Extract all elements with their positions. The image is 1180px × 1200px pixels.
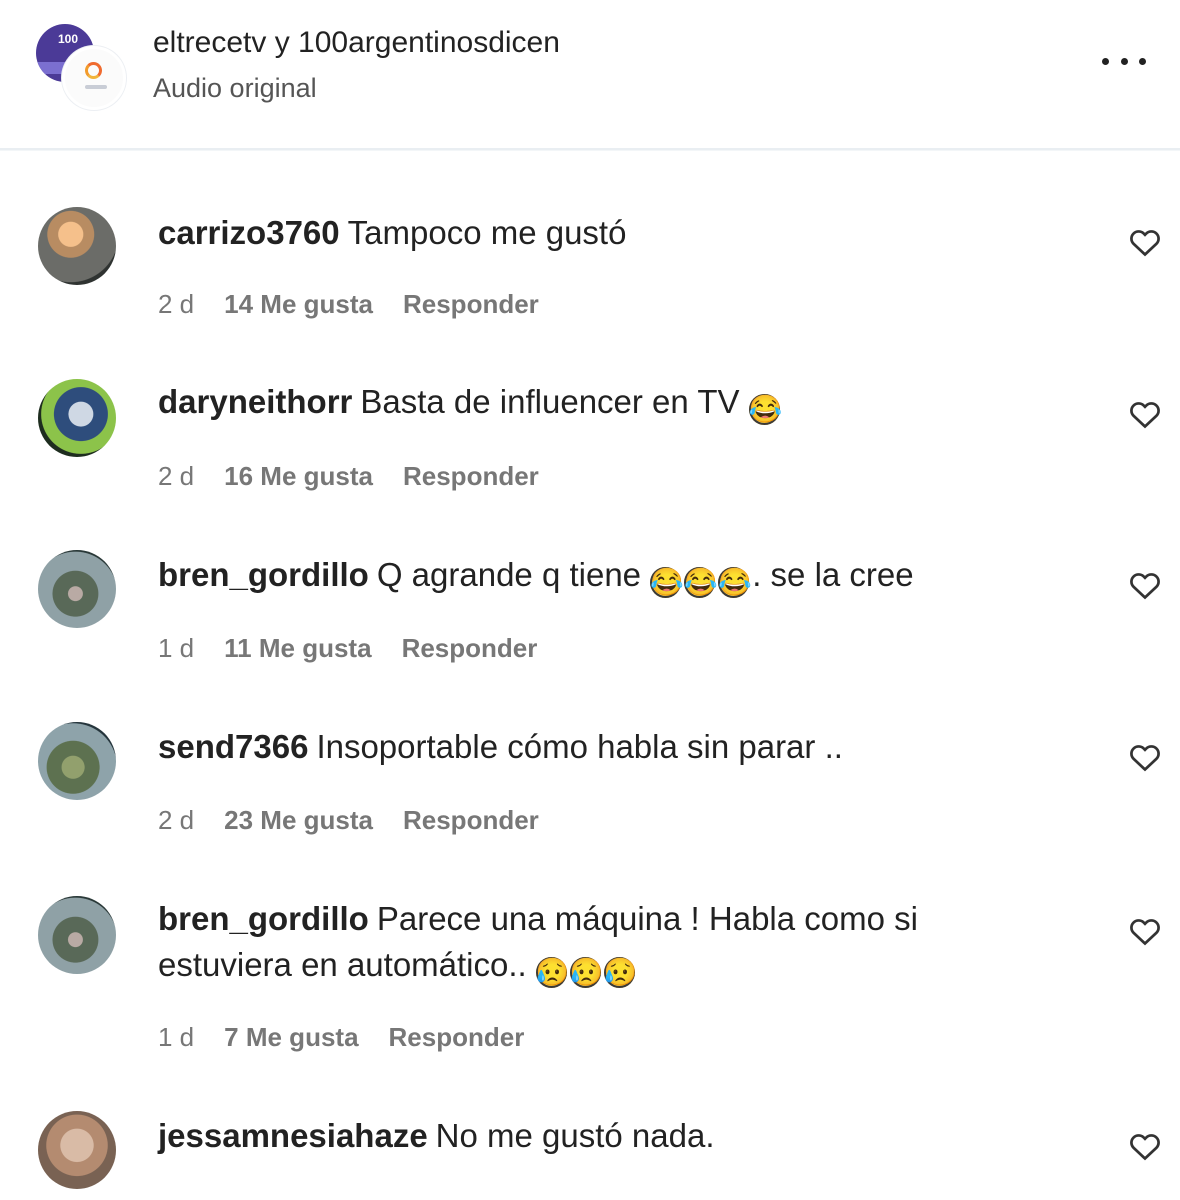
comment-like-count[interactable]: 16 Me gusta [224, 461, 373, 492]
comment-like-count[interactable]: 11 Me gusta [224, 633, 371, 664]
like-button[interactable] [1128, 227, 1162, 257]
laughing-emoji-icon: 😂 [684, 567, 718, 598]
comment-username[interactable]: carrizo3760 [158, 214, 340, 251]
comment-like-count[interactable]: 7 Me gusta [224, 1022, 358, 1053]
like-button[interactable] [1128, 399, 1162, 429]
heart-outline-icon [1130, 402, 1160, 429]
comment-username[interactable]: bren_gordillo [158, 900, 369, 937]
laughing-emoji-icon: 😂 [748, 394, 783, 425]
sad-emoji-icon: 😥 [535, 957, 570, 988]
comment-time[interactable]: 2 d [158, 289, 194, 320]
comment-username[interactable]: daryneithorr [158, 383, 352, 420]
post-header: 100 eltrecetv y 100argentinosdicen Audio… [0, 0, 1180, 150]
sad-emoji-icon: 😥 [603, 957, 638, 988]
comment-text-before-emoji: Q agrande q tiene [376, 556, 642, 593]
laughing-emoji-icon: 😂 [650, 567, 684, 598]
100argentinosdicen-avatar[interactable] [62, 46, 126, 110]
commenter-avatar[interactable] [38, 379, 116, 457]
reply-button[interactable]: Responder [389, 1022, 525, 1053]
more-options-icon [1120, 58, 1128, 65]
comment-time[interactable]: 1 d [158, 1022, 194, 1053]
post-owner-title[interactable]: eltrecetv y 100argentinosdicen [153, 25, 560, 61]
more-options-icon [1102, 58, 1109, 65]
more-options-icon [1139, 58, 1146, 65]
comment-text: Insoportable cómo habla sin parar .. [316, 728, 843, 765]
comment-meta: 2 d 16 Me gusta Responder [158, 459, 539, 493]
audio-source-label[interactable]: Audio original [153, 72, 317, 104]
comment-body: bren_gordillo Q agrande q tiene 😂😂😂. se l… [158, 552, 1058, 598]
like-button[interactable] [1128, 570, 1162, 600]
heart-outline-icon [1130, 745, 1160, 772]
comment-body: daryneithorr Basta de influencer en TV 😂 [158, 379, 1058, 425]
like-button[interactable] [1128, 742, 1162, 772]
comment-meta: 2 d 14 Me gusta Responder [158, 287, 539, 321]
more-options-button[interactable] [1102, 58, 1146, 70]
comment-body: bren_gordillo Parece una máquina ! Habla … [158, 896, 1058, 988]
laughing-emoji-icon: 😂 [718, 567, 752, 598]
comment-body: jessamnesiahaze No me gustó nada. [158, 1113, 1058, 1159]
comment-username[interactable]: jessamnesiahaze [158, 1117, 428, 1154]
comments-list: carrizo3760 Tampoco me gustó 2 d 14 Me gu… [0, 151, 1180, 1200]
logo-subtext-mark [85, 85, 107, 89]
comment-body: send7366 Insoportable cómo habla sin para… [158, 724, 1058, 770]
commenter-avatar[interactable] [38, 550, 116, 628]
comment-text: Tampoco me gustó [347, 214, 627, 251]
sad-emoji-icon: 😥 [569, 957, 604, 988]
comment-text: No me gustó nada. [435, 1117, 715, 1154]
brand-ring-icon [85, 62, 102, 79]
comment-like-count[interactable]: 23 Me gusta [224, 805, 373, 836]
account-avatar-stack[interactable]: 100 [36, 24, 126, 110]
comment-like-count[interactable]: 14 Me gusta [224, 289, 373, 320]
comment-time[interactable]: 1 d [158, 633, 194, 664]
commenter-avatar[interactable] [38, 722, 116, 800]
reply-button[interactable]: Responder [403, 461, 539, 492]
heart-outline-icon [1130, 573, 1160, 600]
like-button[interactable] [1128, 1131, 1162, 1161]
reply-button[interactable]: Responder [403, 805, 539, 836]
comment-text: Basta de influencer en TV [360, 383, 740, 420]
commenter-avatar[interactable] [38, 1111, 116, 1189]
avatar-logo-text: 100 [58, 32, 79, 46]
comment-username[interactable]: bren_gordillo [158, 556, 369, 593]
comment-username[interactable]: send7366 [158, 728, 308, 765]
comment-body: carrizo3760 Tampoco me gustó [158, 210, 1058, 256]
heart-outline-icon [1130, 1134, 1160, 1161]
commenter-avatar[interactable] [38, 896, 116, 974]
comment-time[interactable]: 2 d [158, 461, 194, 492]
comment-time[interactable]: 2 d [158, 805, 194, 836]
reply-button[interactable]: Responder [402, 633, 538, 664]
like-button[interactable] [1128, 916, 1162, 946]
heart-outline-icon [1130, 230, 1160, 257]
comment-meta: 2 d 23 Me gusta Responder [158, 803, 539, 837]
comment-meta: 1 d 7 Me gusta Responder [158, 1020, 524, 1054]
comment-meta: 1 d 11 Me gusta Responder [158, 631, 537, 665]
commenter-avatar[interactable] [38, 207, 116, 285]
heart-outline-icon [1130, 919, 1160, 946]
comment-text-after-emoji: . se la cree [752, 556, 914, 593]
reply-button[interactable]: Responder [403, 289, 539, 320]
